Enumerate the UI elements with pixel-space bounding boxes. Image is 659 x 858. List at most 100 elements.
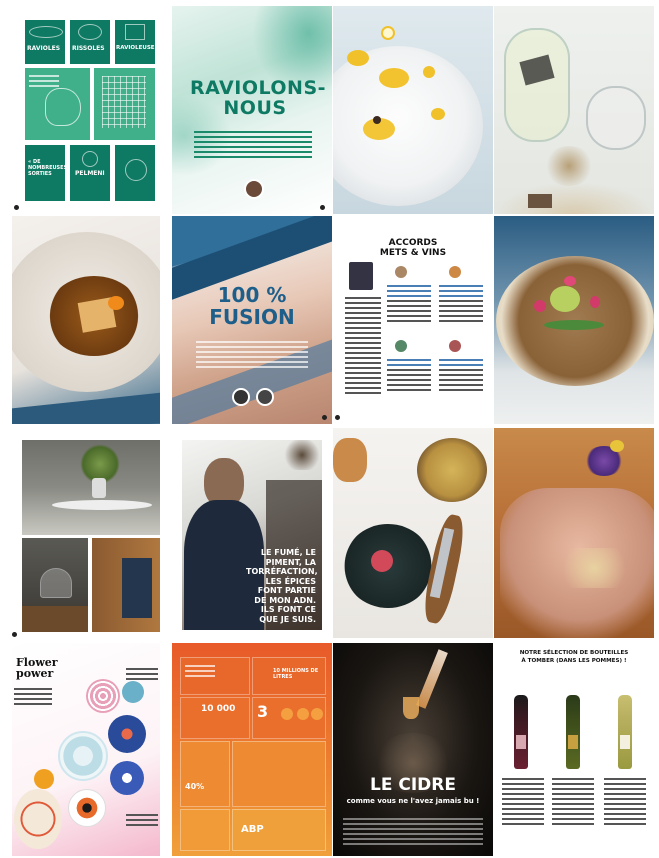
fusion-title: 100 % FUSION [172,284,332,328]
plate-light-blue [58,731,108,781]
raviolons-title: RAVIOLONS- NOUS [190,78,326,119]
plate-pink [86,679,120,713]
plate-floral [14,789,62,849]
bottle-green [566,695,580,769]
flower-caption-2 [126,665,158,683]
bouteilles-title-line2: À TOMBER (DANS LES POMMES) ! [521,658,627,664]
panel-ravioleuse: RAVIOLEUSE [115,20,155,64]
quote-line: FONT PARTIE [257,586,316,595]
page-number-dot [14,205,19,210]
flower-caption-3 [126,811,158,829]
quote-line: ILS FONT CE [260,605,316,614]
photo-teapot-dishes [333,428,493,638]
panel-grid [94,68,155,140]
pairing-text-4 [439,356,483,394]
plate-orange-flower [68,789,106,827]
panel-glasses [232,741,326,807]
pairing-text-2 [439,282,483,325]
raviolons-intro-text [194,128,312,161]
raviolons-title-line2: NOUS [223,97,287,119]
label-ravioles: RAVIOLES [27,45,61,52]
page-100-fusion: 100 % FUSION [172,216,332,424]
plate-blue-orange [108,715,146,753]
fusion-title-line1: 100 % [217,283,287,307]
quote-line: QUE JE SUIS. [259,614,316,624]
sommelier-text [345,294,381,397]
label-rissoles: RISSOLES [72,45,105,52]
panel-rissoles: RISSOLES [70,20,110,64]
panel-40: 40% [180,741,230,807]
page-infographic-teal: RAVIOLES RISSOLES RAVIOLEUSE « DE NOMBRE… [12,6,160,214]
page-le-cidre: LE CIDRE comme vous ne l'avez jamais bu … [333,643,493,856]
page-number-dot [335,415,340,420]
stat-millions: 10 MILLIONS DE LITRES [273,668,319,680]
accords-title: ACCORDS METS & VINS [333,238,493,258]
bottle-text-2 [552,775,594,828]
dish-thumb-2 [449,266,461,278]
panel-ravioles: RAVIOLES [25,20,65,64]
page-infographic-orange: 10 MILLIONS DE LITRES 10 000 3 40% ABP [172,643,332,856]
fusion-intro-text [196,338,308,371]
photo-fish-bowl [12,216,160,424]
bouteilles-title-line1: NOTRE SÉLECTION DE BOUTEILLES [519,650,629,656]
quote-line: DE MON ADN. [254,595,316,605]
chef-avatar-2 [256,388,274,406]
chef-avatar-1 [232,388,250,406]
panel-abp: ABP [232,809,326,851]
stat-10000: 10 000 [201,704,236,714]
cidre-intro-text [343,815,483,848]
page-number-dot [322,415,327,420]
panel-map-orange [180,657,250,695]
cidre-title: LE CIDRE [370,775,456,795]
sommelier-photo [349,262,373,290]
panel-10000: 10 000 [180,697,250,739]
photo-glass-ingredients [494,6,654,214]
bottle-gold [618,695,632,769]
bottle-rose [514,695,528,769]
photo-cloche [22,538,88,632]
author-avatar [244,179,264,199]
bottle-text-1 [502,775,544,828]
dish-thumb-4 [449,340,461,352]
flower-title-line2: power [16,667,54,680]
bottle-text-3 [604,775,646,828]
panel-dumplings [115,145,155,201]
photo-salad-bowl [494,216,654,424]
panel-map [25,68,90,140]
panel-sorties: « DE NOMBREUSES SORTIES [25,145,68,201]
dish-thumb-3 [395,340,407,352]
pairing-text-3 [387,356,431,394]
page-number-dot [12,632,17,637]
plate-teal [122,681,144,703]
flower-caption-1 [14,685,52,708]
label-sorties: « DE NOMBREUSES SORTIES [28,159,68,177]
photo-dining-room [22,440,160,535]
panel-pelmeni: PELMENI [70,145,110,201]
stat-40: 40% [185,782,205,791]
panel-bottle [180,809,230,851]
panel-millions: 10 MILLIONS DE LITRES [252,657,326,695]
page-flower-power: Flower power [12,643,160,856]
photo-dessert-flower [494,428,654,638]
photo-dish-white-plate [333,6,493,214]
plate-yellow [34,769,54,789]
plate-cobalt [110,761,144,795]
page-raviolons-nous: RAVIOLONS- NOUS [172,6,332,214]
cidre-subtitle: comme vous ne l'avez jamais bu ! [346,797,480,805]
accords-title-line1: ACCORDS [388,238,438,248]
accords-title-line2: METS & VINS [379,248,447,258]
panel-3: 3 [252,697,326,739]
quote-line: LE FUMÉ, LE [260,548,316,557]
quote-line: TORRÉFACTION, [246,567,318,576]
page-accords-mets-vins: ACCORDS METS & VINS [333,216,493,424]
chef-photo: LE FUMÉ, LE PIMENT, LA TORRÉFACTION, LES… [182,440,322,630]
label-ravioleuse: RAVIOLEUSE [116,45,155,51]
quote-line: LES ÉPICES [265,576,316,586]
magazine-spreads-grid: RAVIOLES RISSOLES RAVIOLEUSE « DE NOMBRE… [0,0,659,858]
stat-abp: ABP [241,824,264,835]
chef-quote: LE FUMÉ, LE PIMENT, LA TORRÉFACTION, LES… [246,548,318,624]
label-pelmeni: PELMENI [75,170,105,177]
page-number-dot [320,205,325,210]
flower-title: Flower power [16,657,58,679]
photo-menu-book [92,538,160,632]
